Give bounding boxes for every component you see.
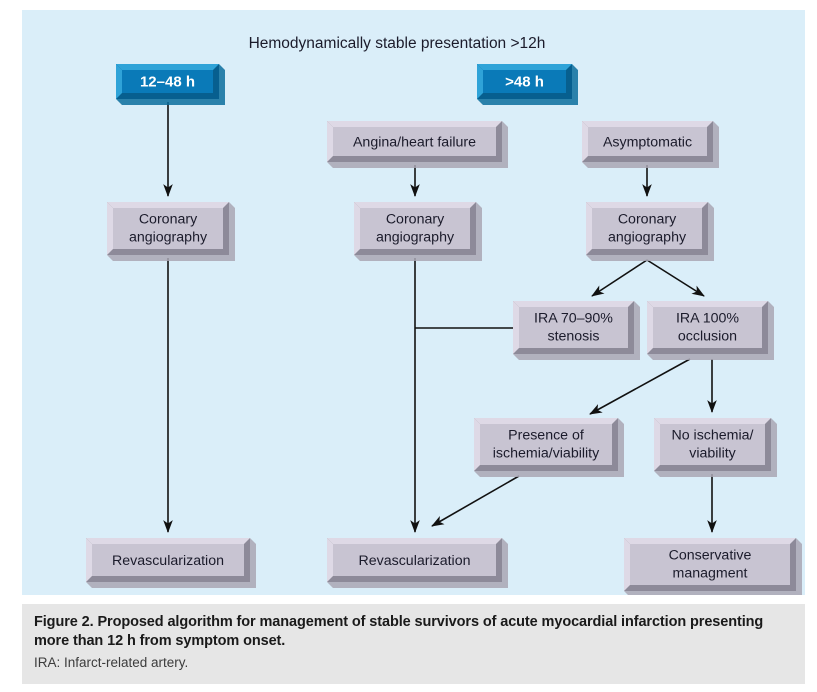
diagram-panel: 12–48 h >48 h Angina/heart failure Asymptom… — [22, 10, 805, 595]
node-asymptomatic: Asymptomatic — [582, 121, 719, 168]
figure-caption-title: Figure 2. Proposed algorithm for managem… — [34, 614, 764, 649]
node-label-line1: IRA 70–90% — [534, 310, 613, 326]
node-label-line2: angiography — [129, 229, 208, 245]
node-label-line2: ischemia/viability — [493, 445, 600, 461]
node-label: Angina/heart failure — [353, 134, 476, 150]
node-label-line2: stenosis — [547, 328, 599, 344]
node-label: >48 h — [505, 73, 544, 90]
node-12_48: 12–48 h — [116, 64, 225, 105]
node-angina: Angina/heart failure — [327, 121, 508, 168]
node-revasc_left: Revascularization — [86, 538, 256, 588]
node-label-line2: managment — [673, 565, 748, 581]
connector-angio_right_to_occlusion — [646, 259, 705, 297]
node-label: 12–48 h — [140, 73, 195, 90]
node-label-line2: occlusion — [678, 328, 737, 344]
node-ira_stenosis: IRA 70–90% stenosis — [513, 301, 640, 360]
flowchart-svg: 12–48 h >48 h Angina/heart failure Asymptom… — [86, 35, 802, 595]
node-conservative: Conservative managment — [624, 538, 802, 595]
node-gt48: >48 h — [477, 64, 578, 105]
node-layer: 12–48 h >48 h Angina/heart failure Asymptom… — [86, 64, 802, 595]
connector-presence_to_revasc_mid — [431, 475, 520, 527]
node-label-line1: IRA 100% — [676, 310, 739, 326]
node-label-line1: Presence of — [508, 427, 584, 443]
node-angio_mid: Coronary angiography — [354, 202, 482, 261]
node-label-line2: viability — [689, 445, 736, 461]
node-angio_left: Coronary angiography — [107, 202, 235, 261]
node-label-line2: angiography — [608, 229, 687, 245]
node-ira_occlusion: IRA 100% occlusion — [647, 301, 774, 360]
figure-caption-note: IRA: Infarct-related artery. — [34, 655, 189, 670]
node-label: Revascularization — [112, 553, 224, 569]
node-label-line1: No ischemia/ — [671, 427, 753, 443]
figure-root: 12–48 h >48 h Angina/heart failure Asymptom… — [0, 0, 817, 692]
connector-angio_right_to_stenosis — [591, 259, 648, 297]
diagram-header-label: Hemodynamically stable presentation >12h — [249, 35, 546, 52]
node-label-line2: angiography — [376, 229, 455, 245]
node-revasc_mid: Revascularization — [327, 538, 508, 588]
node-label-line1: Coronary — [139, 211, 198, 227]
node-no_ischemia: No ischemia/viability — [654, 418, 777, 477]
node-presence: Presence of ischemia/viability — [474, 418, 624, 477]
node-angio_right: Coronary angiography — [586, 202, 714, 261]
caption-panel: Figure 2. Proposed algorithm for managem… — [22, 604, 805, 684]
node-label: Asymptomatic — [603, 134, 692, 150]
node-label-line1: Conservative — [669, 547, 752, 563]
node-label: Revascularization — [359, 553, 471, 569]
connector-occlusion_to_presence — [589, 358, 691, 415]
node-label-line1: Coronary — [386, 211, 445, 227]
node-label-line1: Coronary — [618, 211, 677, 227]
